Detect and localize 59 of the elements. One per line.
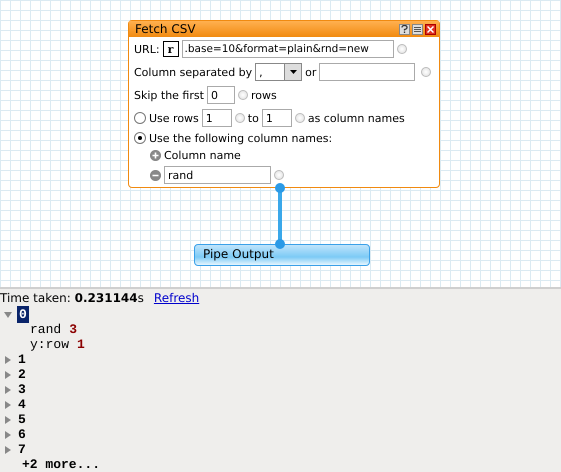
column-name-field[interactable]: rand: [164, 166, 271, 184]
option-label: Use the following column names:: [149, 132, 332, 144]
field-key: y:row: [30, 337, 70, 352]
separator-field[interactable]: [319, 63, 416, 81]
expand-arrow-icon[interactable]: [4, 416, 12, 424]
input-port-icon[interactable]: [274, 170, 284, 180]
suffix-label: as column names: [308, 112, 405, 124]
radio-button[interactable]: [134, 132, 146, 144]
input-port-icon[interactable]: [396, 44, 407, 54]
rows-label: rows: [250, 88, 277, 102]
regex-icon[interactable]: r: [162, 41, 179, 57]
from-row-field[interactable]: 1: [202, 109, 232, 127]
tree-node-label[interactable]: 3: [18, 382, 26, 397]
url-field[interactable]: .base=10&format=plain&rnd=new: [182, 40, 394, 58]
or-label: or: [305, 66, 316, 78]
collapse-arrow-icon[interactable]: [4, 310, 12, 318]
expand-arrow-icon[interactable]: [4, 446, 12, 454]
option-label: Use rows: [149, 112, 199, 124]
input-port-icon[interactable]: [421, 67, 432, 77]
close-icon[interactable]: [425, 24, 436, 34]
module-title: Fetch CSV: [135, 22, 197, 36]
tree-node-label[interactable]: 4: [18, 397, 26, 412]
input-port-icon[interactable]: [238, 90, 248, 100]
radio-button[interactable]: [134, 112, 146, 124]
dropdown-arrow-icon[interactable]: [290, 70, 297, 74]
connector-wire[interactable]: [275, 183, 285, 249]
expand-arrow-icon[interactable]: [4, 400, 12, 408]
url-label: URL:: [134, 42, 160, 56]
to-row-field[interactable]: 1: [262, 109, 292, 127]
minimize-icon[interactable]: [412, 24, 423, 34]
tree-node-label[interactable]: 0: [18, 307, 28, 322]
input-port-icon[interactable]: [234, 113, 245, 123]
field-value: 3: [69, 322, 78, 337]
to-label: to: [248, 112, 259, 124]
tree-node-label[interactable]: 7: [18, 442, 26, 457]
more-link[interactable]: +2 more...: [22, 457, 100, 472]
expand-arrow-icon[interactable]: [4, 430, 12, 438]
expand-arrow-icon[interactable]: [4, 356, 12, 364]
refresh-link[interactable]: Refresh: [154, 291, 200, 305]
field-key: rand: [30, 322, 62, 337]
remove-icon[interactable]: [150, 170, 161, 180]
time-label: Time taken: 0.231144s: [0, 291, 144, 305]
skip-field[interactable]: 0: [206, 86, 235, 104]
add-icon[interactable]: [150, 150, 161, 160]
help-icon[interactable]: [399, 24, 410, 34]
field-value: 1: [77, 337, 85, 352]
tree-node-label[interactable]: 5: [18, 412, 26, 427]
fetch-csv-module[interactable]: Fetch CSV URL: r .base=10&format=plain&rnd=new Column separated by , or Skip the first 0 rows Use rows 1 to 1 as column names Use the following column names: Column name rand: [128, 20, 440, 188]
separator-dropdown[interactable]: ,: [255, 63, 302, 81]
add-column-label: Column name: [164, 148, 241, 162]
skip-label: Skip the first: [134, 88, 204, 102]
tree-node-label[interactable]: 6: [18, 427, 26, 442]
input-port-icon[interactable]: [294, 113, 305, 123]
separator-label: Column separated by: [134, 66, 252, 78]
tree-node-label[interactable]: 2: [18, 367, 26, 382]
pipe-output-module[interactable]: Pipe Output: [194, 244, 370, 266]
expand-arrow-icon[interactable]: [4, 370, 12, 378]
tree-node-label[interactable]: 1: [18, 352, 26, 367]
expand-arrow-icon[interactable]: [4, 386, 12, 394]
